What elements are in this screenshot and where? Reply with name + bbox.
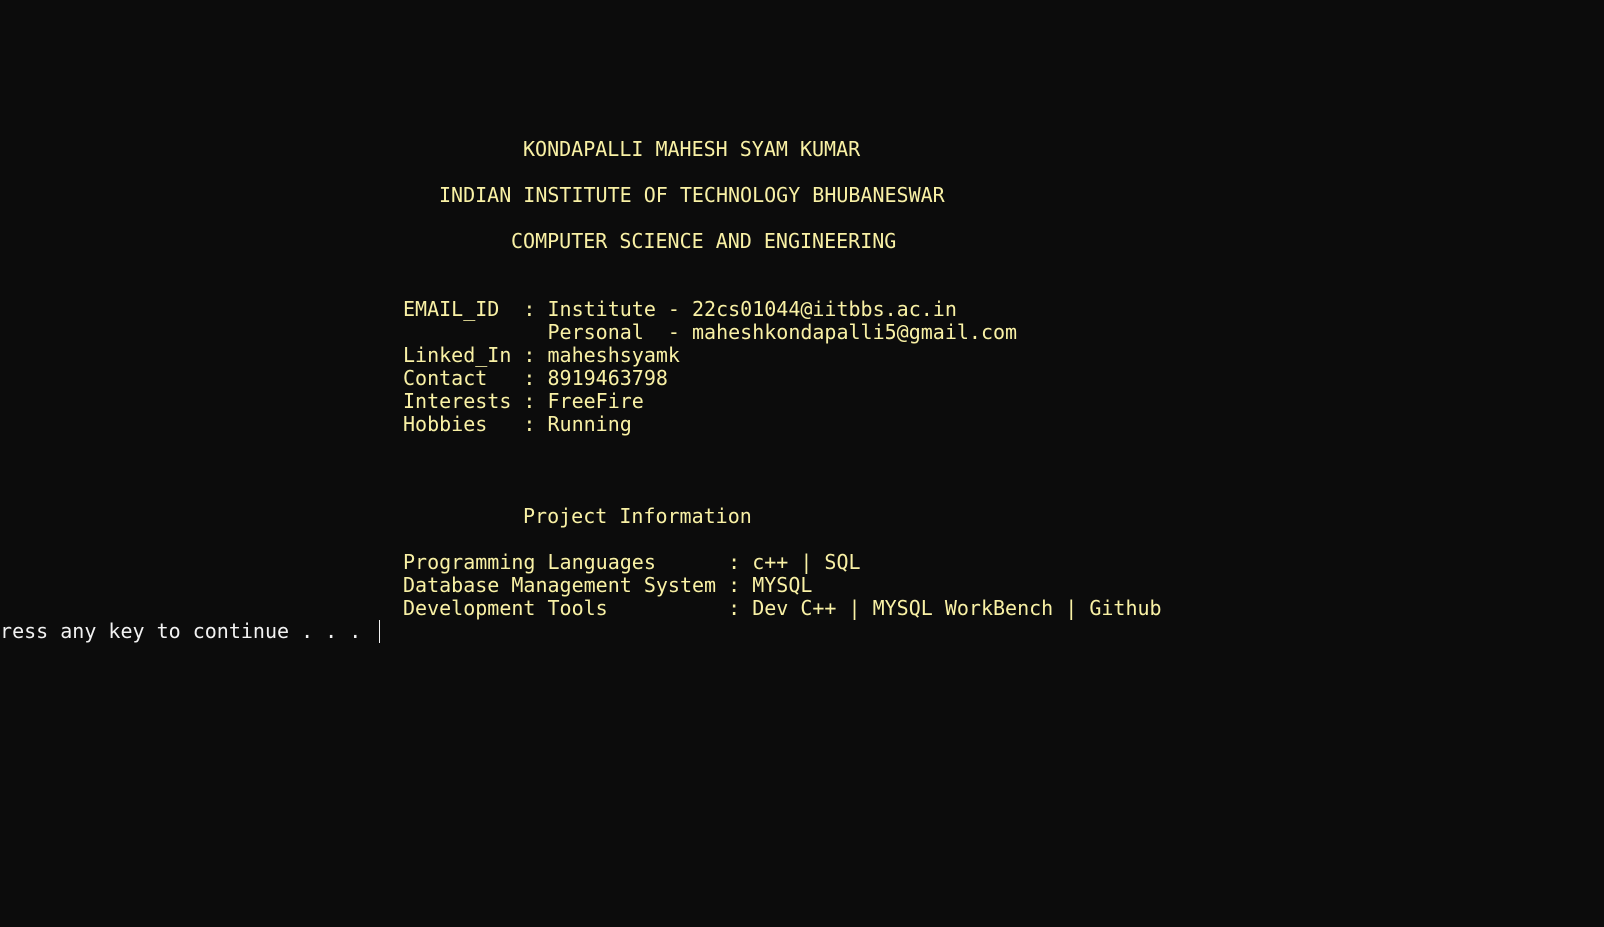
- email-institute-line: EMAIL_ID : Institute - 22cs01044@iitbbs.…: [403, 297, 957, 321]
- email-personal-line: Personal - maheshkondapalli5@gmail.com: [403, 320, 1018, 344]
- dbms-line: Database Management System : MYSQL: [403, 573, 813, 597]
- console-window[interactable]: KONDAPALLI MAHESH SYAM KUMAR INDIAN INST…: [0, 0, 1604, 927]
- interests-line: Interests : FreeFire: [403, 389, 644, 413]
- continue-prompt: Press any key to continue . . .: [0, 619, 374, 643]
- languages-line: Programming Languages : c++ | SQL: [403, 550, 861, 574]
- linkedin-line: Linked_In : maheshsyamk: [403, 343, 680, 367]
- tools-line: Development Tools : Dev C++ | MYSQL Work…: [403, 596, 1162, 620]
- contact-line: Contact : 8919463798: [403, 366, 668, 390]
- hobbies-line: Hobbies : Running: [403, 412, 632, 436]
- institute-name: INDIAN INSTITUTE OF TECHNOLOGY BHUBANESW…: [439, 183, 945, 207]
- department-name: COMPUTER SCIENCE AND ENGINEERING: [511, 229, 897, 253]
- project-title: Project Information: [523, 504, 752, 528]
- student-name: KONDAPALLI MAHESH SYAM KUMAR: [523, 137, 861, 161]
- text-cursor: [379, 620, 380, 643]
